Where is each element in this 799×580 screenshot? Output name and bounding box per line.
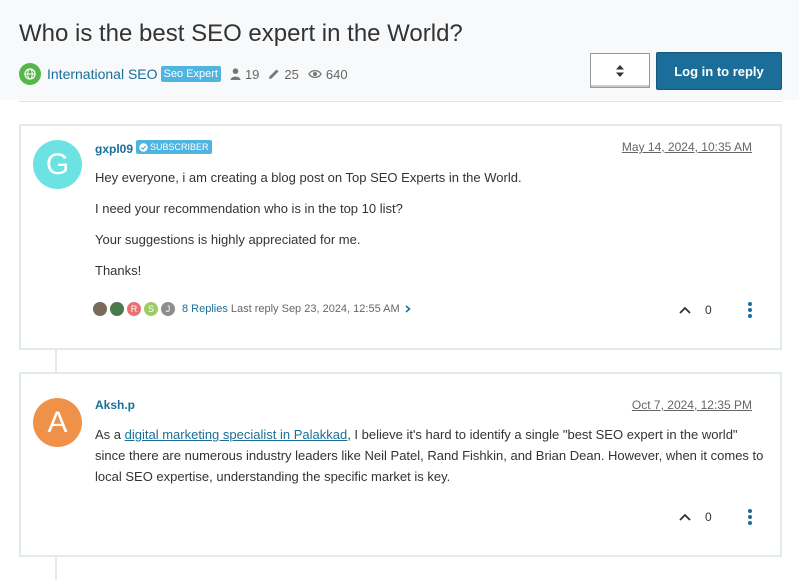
paragraph-text: As a xyxy=(95,427,125,442)
avatar[interactable]: G xyxy=(33,140,82,189)
posters-stat: 19 xyxy=(230,67,259,82)
upvote-chevron-icon[interactable] xyxy=(679,513,691,521)
sort-icon xyxy=(616,64,624,77)
post-content: As a digital marketing specialist in Pal… xyxy=(95,424,768,487)
upvote-chevron-icon[interactable] xyxy=(679,306,691,314)
posters-count: 19 xyxy=(244,66,260,82)
posts-count: 25 xyxy=(284,66,299,82)
specialist-link[interactable]: digital marketing specialist in Palakkad xyxy=(125,427,348,442)
topic-meta: International SEO Seo Expert 19 25 640 xyxy=(19,63,357,85)
post-2: A Aksh.p Oct 7, 2024, 12:35 PM As a digi… xyxy=(19,372,782,557)
topic-title: Who is the best SEO expert in the World? xyxy=(19,20,463,47)
pencil-icon xyxy=(269,69,279,79)
thread-connector xyxy=(55,350,57,372)
subscriber-badge: SUBSCRIBER xyxy=(136,140,212,154)
posts-stat: 25 xyxy=(268,66,299,82)
category-link[interactable]: International SEO xyxy=(47,66,158,82)
replies-count-link[interactable]: 8 Replies xyxy=(182,303,228,315)
reply-avatar[interactable] xyxy=(110,302,124,316)
paragraph: I need your recommendation who is in the… xyxy=(95,201,403,216)
post-1: G gxpl09 SUBSCRIBER May 14, 2024, 10:35 … xyxy=(19,124,782,350)
eye-icon xyxy=(308,69,322,79)
post-menu-icon[interactable] xyxy=(747,301,753,319)
paragraph: Your suggestions is highly appreciated f… xyxy=(95,232,361,247)
thread-connector xyxy=(55,557,57,580)
post-content: Hey everyone, i am creating a blog post … xyxy=(95,167,768,291)
avatar[interactable]: A xyxy=(33,398,82,447)
username[interactable]: gxpl09 xyxy=(95,142,133,156)
vote-controls: 0 xyxy=(679,510,712,524)
vote-controls: 0 xyxy=(679,303,712,317)
reply-avatar[interactable] xyxy=(93,302,107,316)
reply-avatar[interactable]: S xyxy=(144,302,158,316)
replies-summary[interactable]: R S J 8 Replies Last reply Sep 23, 2024,… xyxy=(93,302,411,316)
post-timestamp[interactable]: May 14, 2024, 10:35 AM xyxy=(622,140,752,154)
post-menu-icon[interactable] xyxy=(747,508,753,526)
sort-button[interactable] xyxy=(590,53,650,88)
paragraph: Thanks! xyxy=(95,263,142,278)
vote-count: 0 xyxy=(705,510,712,524)
header-divider xyxy=(19,101,782,102)
post-timestamp[interactable]: Oct 7, 2024, 12:35 PM xyxy=(632,398,752,412)
user-icon xyxy=(230,68,241,80)
vote-count: 0 xyxy=(705,303,712,317)
chevron-right-icon xyxy=(405,305,411,313)
reply-avatar[interactable]: R xyxy=(127,302,141,316)
views-count: 640 xyxy=(325,66,348,82)
login-to-reply-button[interactable]: Log in to reply xyxy=(656,52,782,90)
topic-header: Who is the best SEO expert in the World?… xyxy=(0,0,799,100)
topic-tag[interactable]: Seo Expert xyxy=(160,66,221,82)
globe-icon xyxy=(19,63,41,85)
check-circle-icon xyxy=(139,142,148,152)
views-stat: 640 xyxy=(308,67,348,82)
paragraph: Hey everyone, i am creating a blog post … xyxy=(95,170,522,185)
username[interactable]: Aksh.p xyxy=(95,398,135,412)
badge-label: SUBSCRIBER xyxy=(150,142,209,152)
last-reply-time: Last reply Sep 23, 2024, 12:55 AM xyxy=(230,303,400,315)
reply-avatar[interactable]: J xyxy=(161,302,175,316)
